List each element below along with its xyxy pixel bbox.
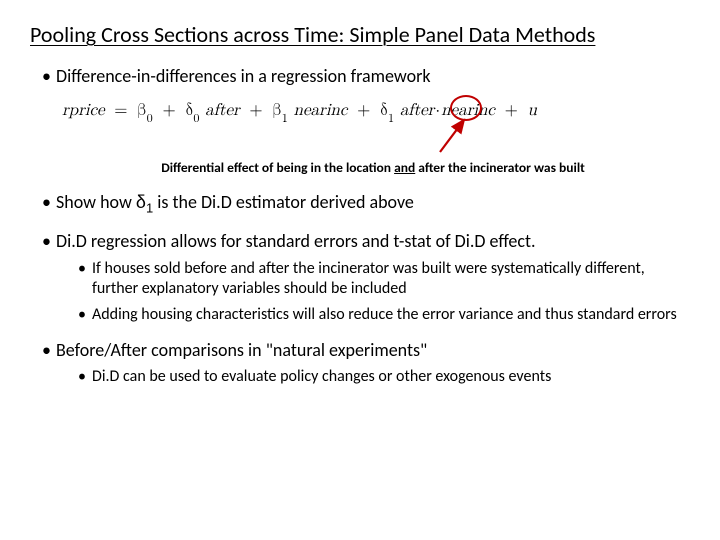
caption-and: and — [394, 159, 415, 176]
b4-text: Before/After comparisons in "natural exp… — [56, 339, 427, 361]
sub-bullet-policy: Di.D can be used to evaluate policy chan… — [78, 367, 690, 387]
bullet-text: Difference-in-differences in a regressio… — [56, 65, 431, 87]
bullet-show-delta1: Show how δ1 is the Di.D estimator derive… — [42, 191, 690, 217]
sub-list-2: Di.D can be used to evaluate policy chan… — [56, 367, 690, 387]
b2-delta1: δ1 — [136, 192, 153, 212]
eq-plus-3: + — [353, 102, 374, 119]
caption-pre: Differential effect of being in the loca… — [161, 159, 394, 176]
eq-after-1: after — [205, 102, 240, 119]
b3s1-text: If houses sold before and after the inci… — [92, 259, 645, 298]
eq-plus-1: + — [158, 102, 179, 119]
eq-plus-2: + — [245, 102, 266, 119]
bullet-list: Difference-in-differences in a regressio… — [30, 65, 690, 387]
eq-nearinc-1: nearinc — [294, 102, 348, 119]
regression-equation: rprice = β0 + δ0 after + β1 nearinc + δ1… — [62, 102, 537, 119]
eq-nearinc-2: nearinc — [441, 102, 495, 119]
bullet-did-regression: Di.D regression allows for standard erro… — [42, 230, 690, 325]
bullet-natural-experiments: Before/After comparisons in "natural exp… — [42, 339, 690, 388]
b4s1-text: Di.D can be used to evaluate policy chan… — [92, 367, 551, 386]
slide-title: Pooling Cross Sections across Time: Simp… — [30, 22, 690, 47]
bullet-did-framework: Difference-in-differences in a regressio… — [42, 65, 690, 176]
eq-delta1: δ1 — [380, 102, 394, 119]
sub-bullet-explanatory: If houses sold before and after the inci… — [78, 259, 690, 299]
eq-u: u — [528, 102, 537, 119]
eq-beta0: β0 — [137, 102, 153, 119]
b3-text: Di.D regression allows for standard erro… — [56, 230, 536, 252]
b2-post: is the Di.D estimator derived above — [153, 191, 414, 213]
eq-equals: = — [110, 102, 131, 119]
sub-bullet-housing: Adding housing characteristics will also… — [78, 305, 690, 325]
eq-plus-4: + — [501, 102, 522, 119]
b2-pre: Show how — [56, 191, 136, 213]
sub-list-1: If houses sold before and after the inci… — [56, 259, 690, 325]
equation-block: rprice = β0 + δ0 after + β1 nearinc + δ1… — [62, 98, 690, 132]
eq-beta1: β1 — [272, 102, 288, 119]
caption-post: after the incinerator was built — [415, 159, 585, 176]
slide: Pooling Cross Sections across Time: Simp… — [0, 0, 720, 540]
eq-lhs: rprice — [62, 102, 105, 119]
arrow-icon — [430, 114, 480, 156]
eq-delta0: δ0 — [185, 102, 199, 119]
b3s2-text: Adding housing characteristics will also… — [92, 305, 677, 324]
eq-after-2: after — [400, 102, 435, 119]
equation-caption: Differential effect of being in the loca… — [56, 160, 690, 177]
